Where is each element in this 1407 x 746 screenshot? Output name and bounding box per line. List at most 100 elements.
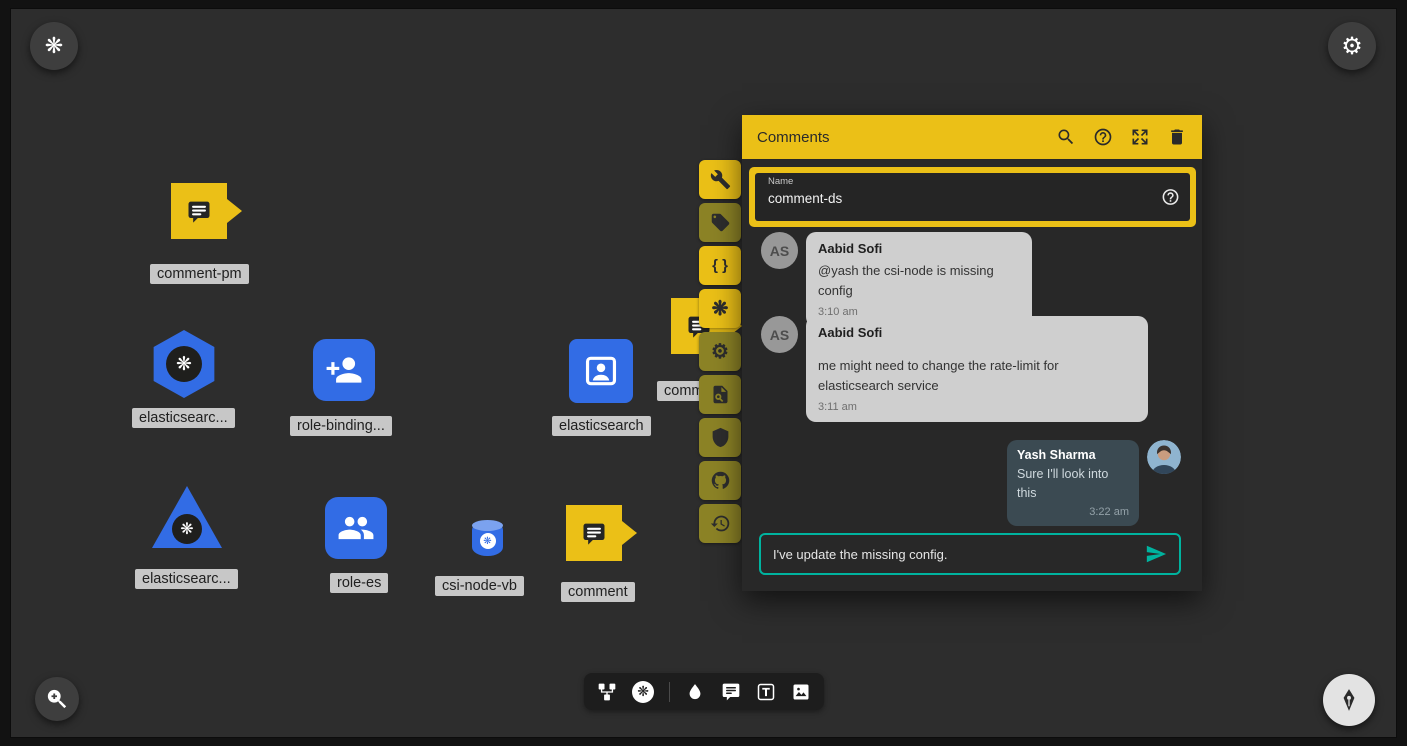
draw-tool-button[interactable] xyxy=(685,682,705,702)
doc-search-icon xyxy=(710,384,731,405)
kubernetes-glyph: ❋ xyxy=(483,536,491,547)
pen-button[interactable] xyxy=(1323,674,1375,726)
zoom-in-icon xyxy=(46,688,68,710)
send-icon xyxy=(1145,543,1167,565)
app-logo-button[interactable]: ❋ xyxy=(30,22,78,70)
node-role-binding[interactable] xyxy=(313,339,375,401)
comment-icon xyxy=(721,682,741,702)
comment-node-shape xyxy=(171,183,227,239)
comment-input[interactable] xyxy=(759,533,1181,575)
people-icon xyxy=(337,509,375,547)
node-role-es[interactable] xyxy=(325,497,387,559)
kubernetes-wheel-icon: ❋ xyxy=(172,514,202,544)
help-icon[interactable] xyxy=(1093,127,1113,147)
send-button[interactable] xyxy=(1145,543,1167,565)
doc-search-button[interactable] xyxy=(699,375,741,414)
kubernetes-glyph: ❋ xyxy=(176,353,192,376)
avatar-photo xyxy=(1147,440,1181,474)
kubernetes-button[interactable]: ❋ xyxy=(699,289,741,328)
message-bubble: Aabid Sofi @yash the csi-node is missing… xyxy=(806,232,1032,327)
comment-tool-button[interactable] xyxy=(721,682,741,702)
node-elasticsearch-hexagon[interactable]: ❋ xyxy=(151,330,217,398)
panel-title: Comments xyxy=(757,129,830,146)
comment-icon xyxy=(579,519,609,547)
node-elasticsearch-account[interactable] xyxy=(569,339,633,403)
github-icon xyxy=(710,470,731,491)
expand-icon[interactable] xyxy=(1130,127,1150,147)
comment-node-pointer xyxy=(622,521,637,545)
node-csi-node-vb[interactable]: ❋ xyxy=(472,521,503,556)
design-canvas[interactable]: comment-pm comm... ❋ elasticsearc... rol… xyxy=(10,8,1397,738)
kubernetes-flower-icon: ❋ xyxy=(712,296,729,321)
dock-divider xyxy=(669,682,670,702)
message-author: Yash Sharma xyxy=(1017,448,1129,462)
message-text: @yash the csi-node is missing config xyxy=(818,261,1020,300)
comments-panel: Comments Name AS Aabid Sofi @yash the c xyxy=(742,115,1202,591)
search-icon[interactable] xyxy=(1056,127,1076,147)
graph-icon xyxy=(597,682,617,702)
help-circle-icon xyxy=(1161,188,1180,207)
message-author: Aabid Sofi xyxy=(818,241,1020,256)
app-logo-icon: ❋ xyxy=(45,33,63,59)
comment-node-shape xyxy=(566,505,622,561)
braces-button[interactable]: { } xyxy=(699,246,741,285)
node-elasticsearch-triangle[interactable]: ❋ xyxy=(152,486,222,548)
node-comment-pm[interactable] xyxy=(171,183,227,239)
tag-icon xyxy=(710,212,731,233)
node-label-csi-node-vb[interactable]: csi-node-vb xyxy=(435,576,524,596)
node-label-elasticsearch[interactable]: elasticsearch xyxy=(552,416,651,436)
shield-icon xyxy=(710,427,731,448)
hexagon-shape: ❋ xyxy=(151,330,217,398)
name-input[interactable] xyxy=(768,191,1138,206)
gear-icon: ⚙ xyxy=(711,339,729,364)
account-badge-icon xyxy=(582,352,620,390)
trash-icon[interactable] xyxy=(1167,127,1187,147)
node-action-toolbar: { } ❋ ⚙ xyxy=(699,160,741,543)
node-comment[interactable] xyxy=(566,505,622,561)
node-label-elasticsearch-hex[interactable]: elasticsearc... xyxy=(132,408,235,428)
github-button[interactable] xyxy=(699,461,741,500)
message-bubble: Aabid Sofi me might need to change the r… xyxy=(806,316,1148,422)
settings-button[interactable]: ⚙ xyxy=(1328,22,1376,70)
wrench-icon xyxy=(710,169,731,190)
avatar: AS xyxy=(761,316,798,353)
comment-message: AS Aabid Sofi me might need to change th… xyxy=(761,316,1148,422)
image-tool-button[interactable] xyxy=(791,682,811,702)
graph-tool-button[interactable] xyxy=(597,682,617,702)
person-photo-icon xyxy=(1147,440,1181,474)
settings-tool-button[interactable]: ⚙ xyxy=(699,332,741,371)
ink-drop-icon xyxy=(685,682,705,702)
kubernetes-tool-button[interactable]: ❋ xyxy=(632,681,654,703)
kubernetes-wheel-icon: ❋ xyxy=(166,346,202,382)
zoom-button[interactable] xyxy=(35,677,79,721)
pen-nib-icon xyxy=(1336,687,1362,713)
history-button[interactable] xyxy=(699,504,741,543)
wrench-button[interactable] xyxy=(699,160,741,199)
node-label-role-es[interactable]: role-es xyxy=(330,573,388,593)
comment-text-input[interactable] xyxy=(773,547,1137,562)
comment-icon xyxy=(184,197,214,225)
kubernetes-glyph: ❋ xyxy=(180,519,193,539)
avatar: AS xyxy=(761,232,798,269)
braces-icon: { } xyxy=(712,257,728,274)
message-text: Sure I'll look into this xyxy=(1017,465,1129,503)
node-label-elasticsearch-tri[interactable]: elasticsearc... xyxy=(135,569,238,589)
comment-node-pointer xyxy=(227,199,242,223)
name-field-label: Name xyxy=(768,176,793,187)
gear-icon: ⚙ xyxy=(1341,32,1363,61)
message-bubble: Yash Sharma Sure I'll look into this 3:2… xyxy=(1007,440,1139,526)
tag-button[interactable] xyxy=(699,203,741,242)
node-label-role-binding[interactable]: role-binding... xyxy=(290,416,392,436)
comments-panel-header: Comments xyxy=(742,115,1202,159)
name-field-highlight: Name xyxy=(749,167,1196,227)
message-author: Aabid Sofi xyxy=(818,325,1136,340)
name-help-button[interactable] xyxy=(1161,188,1180,207)
bottom-dock: ❋ xyxy=(584,673,824,710)
node-label-comment[interactable]: comment xyxy=(561,582,635,602)
person-add-icon xyxy=(325,351,363,389)
shield-button[interactable] xyxy=(699,418,741,457)
name-field[interactable]: Name xyxy=(755,173,1190,221)
text-tool-button[interactable] xyxy=(756,682,776,702)
comment-message: Yash Sharma Sure I'll look into this 3:2… xyxy=(1007,440,1181,526)
node-label-comment-pm[interactable]: comment-pm xyxy=(150,264,249,284)
